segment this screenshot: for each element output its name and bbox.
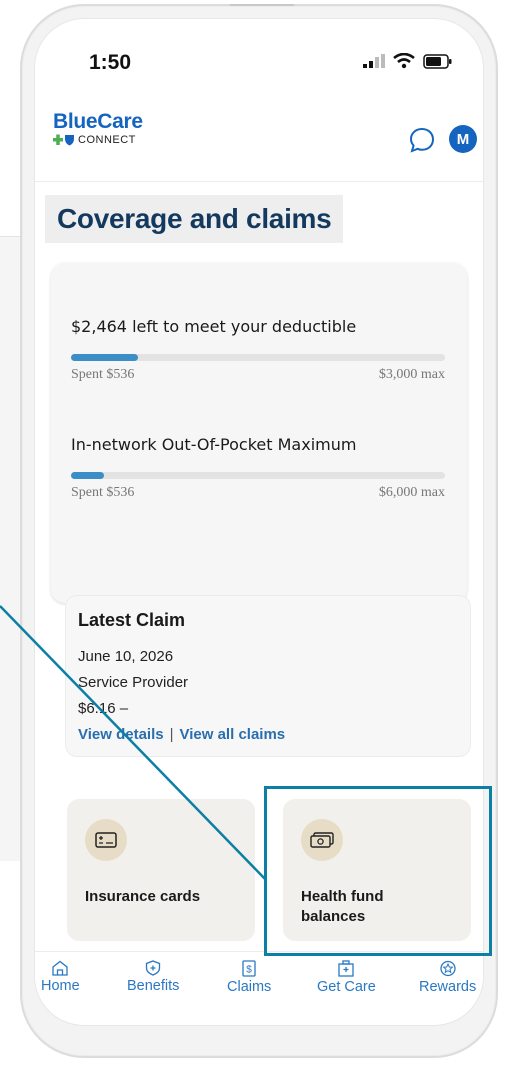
callout-highlight-box xyxy=(264,786,492,956)
